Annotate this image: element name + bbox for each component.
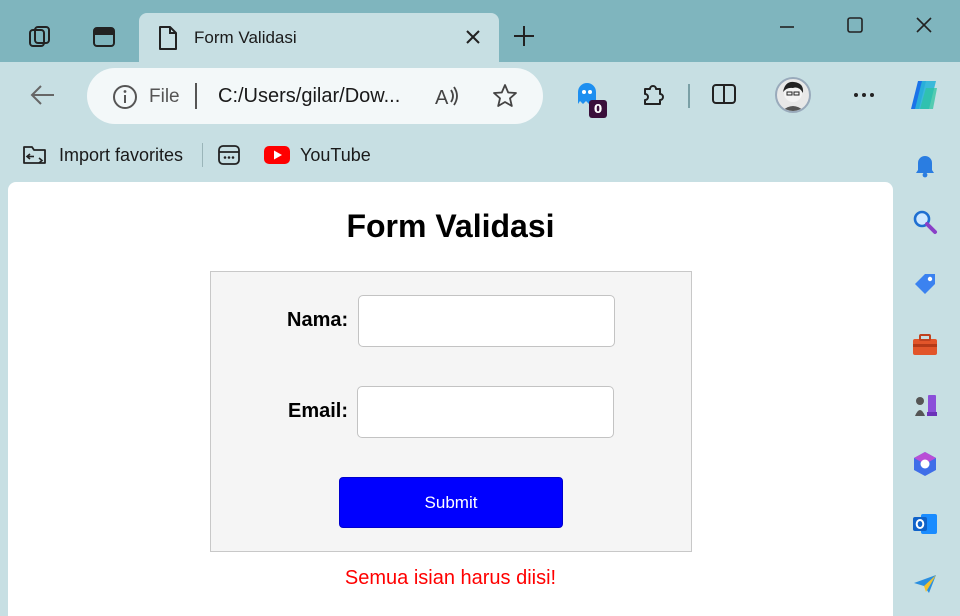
search-icon[interactable] xyxy=(911,208,939,236)
close-tab-icon[interactable] xyxy=(461,25,485,54)
read-aloud-icon[interactable]: A xyxy=(433,82,461,115)
copilot-icon[interactable] xyxy=(906,78,942,117)
notifications-bell-icon[interactable] xyxy=(911,151,939,179)
email-input[interactable] xyxy=(357,386,614,438)
favorites-divider xyxy=(202,143,203,167)
extension-badge: 0 xyxy=(589,100,607,118)
split-screen-icon[interactable] xyxy=(710,80,738,113)
url-text[interactable]: C:/Users/gilar/Dow... xyxy=(218,85,400,108)
back-arrow-icon[interactable] xyxy=(28,80,58,115)
favorite-collections[interactable] xyxy=(217,143,241,167)
profile-avatar[interactable] xyxy=(775,77,811,113)
favorite-youtube[interactable]: YouTube xyxy=(264,143,371,167)
vertical-tabs-icon[interactable] xyxy=(89,22,119,52)
workspaces-icon[interactable] xyxy=(26,22,56,52)
validation-form: Nama: Email: Submit xyxy=(210,271,692,552)
close-window-icon[interactable] xyxy=(909,12,939,38)
youtube-icon xyxy=(264,145,290,165)
name-input[interactable] xyxy=(358,295,615,347)
maximize-icon[interactable] xyxy=(840,12,870,38)
favorite-import[interactable]: Import favorites xyxy=(22,143,183,167)
new-tab-icon[interactable] xyxy=(510,22,538,55)
scheme-label: File xyxy=(149,86,180,107)
error-message: Semua isian harus diisi! xyxy=(344,567,557,589)
favorite-star-icon[interactable] xyxy=(491,82,519,115)
favorite-label: YouTube xyxy=(300,144,371,165)
shopping-tag-icon[interactable] xyxy=(911,270,939,298)
submit-button[interactable]: Submit xyxy=(339,477,563,528)
address-bar[interactable]: File C:/Users/gilar/Dow... A xyxy=(87,68,543,124)
page-content: Form Validasi Nama: Email: Submit Semua … xyxy=(8,182,893,616)
tools-briefcase-icon[interactable] xyxy=(911,331,939,359)
send-plane-icon[interactable] xyxy=(911,570,939,598)
svg-text:A: A xyxy=(435,87,449,109)
minimize-icon[interactable] xyxy=(772,12,802,38)
games-chess-icon[interactable] xyxy=(911,391,939,419)
extensions-icon[interactable] xyxy=(639,80,667,113)
toolbar-divider xyxy=(688,84,690,108)
collections-icon xyxy=(217,143,241,167)
form-title: Form Validasi xyxy=(346,208,555,244)
title-bar: Form Validasi xyxy=(0,0,960,63)
active-tab[interactable]: Form Validasi xyxy=(139,13,499,63)
favorite-label: Import favorites xyxy=(59,144,184,165)
microsoft-365-icon[interactable] xyxy=(911,450,939,478)
info-icon[interactable] xyxy=(112,84,138,115)
outlook-icon[interactable] xyxy=(911,510,939,538)
page-icon xyxy=(157,25,179,56)
tab-title: Form Validasi xyxy=(194,28,297,47)
name-label: Nama: xyxy=(287,309,349,331)
more-options-icon[interactable] xyxy=(850,80,878,113)
address-separator xyxy=(195,83,197,109)
import-favorites-icon xyxy=(22,143,48,167)
email-label: Email: xyxy=(288,400,349,422)
